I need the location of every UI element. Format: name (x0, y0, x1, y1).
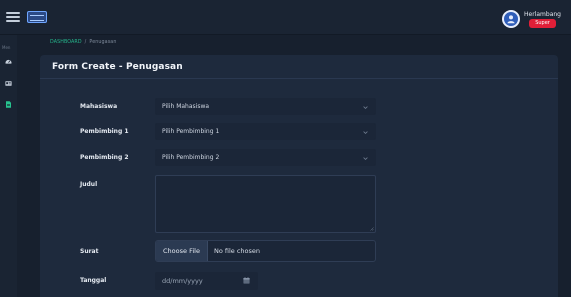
resize-handle-icon[interactable] (370, 227, 374, 231)
date-placeholder: dd/mm/yyyy (162, 277, 203, 285)
tanggal-date-input[interactable]: dd/mm/yyyy (155, 272, 258, 290)
id-card-icon[interactable] (5, 80, 12, 87)
user-name: Herlambang (524, 11, 561, 18)
choose-file-button[interactable]: Choose File (156, 241, 208, 261)
app-logo[interactable] (27, 11, 47, 23)
judul-textarea[interactable] (155, 175, 376, 233)
mahasiswa-label: Mahasiswa (80, 103, 118, 110)
pembimbing2-label: Pembimbing 2 (80, 154, 129, 161)
form-card: Form Create - Penugasan Mahasiswa Pilih … (40, 55, 558, 297)
pembimbing2-select[interactable]: Pilih Pembimbing 2 (155, 149, 376, 166)
pembimbing1-select-value: Pilih Pembimbing 1 (162, 128, 220, 135)
pembimbing1-select[interactable]: Pilih Pembimbing 1 (155, 123, 376, 140)
form-title: Form Create - Penugasan (52, 61, 183, 72)
user-menu[interactable]: Herlambang Super (502, 8, 561, 30)
document-icon[interactable] (5, 101, 12, 108)
judul-label: Judul (80, 181, 98, 188)
calendar-icon[interactable] (243, 277, 250, 284)
user-avatar-icon (502, 10, 521, 28)
tanggal-label: Tanggal (80, 277, 107, 284)
surat-file-input[interactable]: Choose File No file chosen (155, 240, 376, 262)
chevron-down-icon (363, 130, 368, 135)
card-header: Form Create - Penugasan (40, 55, 558, 79)
breadcrumb-separator: / (84, 40, 87, 45)
file-status: No file chosen (213, 247, 260, 255)
mahasiswa-select-value: Pilih Mahasiswa (162, 103, 210, 110)
role-badge: Super (529, 19, 556, 28)
gauge-icon[interactable] (5, 58, 12, 65)
top-navbar: Herlambang Super (0, 0, 571, 35)
sidebar-label: Men (2, 45, 11, 50)
breadcrumb: DASHBOARD / Penugasan (50, 40, 117, 45)
breadcrumb-dashboard-link[interactable]: DASHBOARD (50, 40, 82, 45)
pembimbing1-label: Pembimbing 1 (80, 128, 129, 135)
hamburger-icon[interactable] (6, 12, 20, 22)
sidebar: Men (0, 35, 17, 297)
breadcrumb-current: Penugasan (89, 40, 117, 45)
pembimbing2-select-value: Pilih Pembimbing 2 (162, 154, 220, 161)
mahasiswa-select[interactable]: Pilih Mahasiswa (155, 98, 376, 115)
chevron-down-icon (363, 105, 368, 110)
chevron-down-icon (363, 156, 368, 161)
surat-label: Surat (80, 248, 99, 255)
